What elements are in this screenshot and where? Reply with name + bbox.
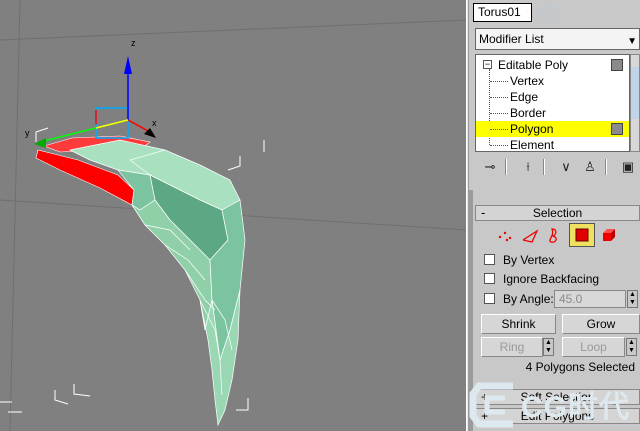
tree-branch bbox=[490, 97, 508, 98]
watermark-logo-icon bbox=[469, 382, 513, 428]
tree-branch bbox=[490, 81, 508, 82]
stack-item-label: Vertex bbox=[510, 74, 545, 88]
by-angle-value-field[interactable]: 45.0 bbox=[554, 290, 626, 308]
object-name-field[interactable]: Torus01 bbox=[473, 3, 532, 22]
by-angle-spinner[interactable]: ▲ ▼ bbox=[627, 290, 638, 308]
loop-spinner[interactable]: ▲ ▼ bbox=[626, 338, 637, 356]
border-icon[interactable] bbox=[543, 224, 565, 246]
tree-branch bbox=[490, 129, 508, 130]
chevron-down-icon: ▼ bbox=[627, 36, 637, 47]
toolbar-divider bbox=[505, 159, 507, 175]
stack-item-label: Polygon bbox=[510, 122, 554, 136]
by-angle-label: By Angle: bbox=[503, 292, 554, 306]
y-axis-label: y bbox=[25, 128, 30, 138]
ignore-backfacing-label: Ignore Backfacing bbox=[503, 272, 600, 286]
stack-item-label: Element bbox=[510, 138, 555, 152]
tree-branch bbox=[490, 145, 508, 146]
ignore-backfacing-checkbox[interactable] bbox=[484, 273, 495, 284]
configure-sets-icon[interactable]: ▣ bbox=[617, 156, 639, 178]
polygon-icon bbox=[575, 228, 589, 242]
modifier-toggle-icon[interactable] bbox=[611, 59, 623, 71]
by-vertex-checkbox[interactable] bbox=[484, 254, 495, 265]
site-logo bbox=[533, 2, 640, 26]
ring-button[interactable]: Ring bbox=[481, 337, 543, 357]
stack-item-edge[interactable]: Edge bbox=[476, 89, 629, 105]
toolbar-divider bbox=[543, 159, 545, 175]
x-axis-label: x bbox=[152, 118, 157, 128]
stack-scrollbar[interactable] bbox=[630, 54, 640, 152]
polygon-icon-active-frame[interactable] bbox=[569, 223, 595, 247]
by-angle-checkbox[interactable] bbox=[484, 293, 495, 304]
stack-item-border[interactable]: Border bbox=[476, 105, 629, 121]
modifier-list-dropdown[interactable]: Modifier List ▼ bbox=[475, 28, 640, 50]
edge-icon[interactable] bbox=[519, 224, 541, 246]
stack-toolbar: ⊸ ⟊ ∨ ♙ ▣ bbox=[475, 156, 640, 178]
pin-stack-icon[interactable]: ⊸ bbox=[479, 156, 501, 178]
collapse-icon[interactable]: − bbox=[483, 60, 492, 69]
stack-item-vertex[interactable]: Vertex bbox=[476, 73, 629, 89]
make-unique-icon[interactable]: ∨ bbox=[555, 156, 577, 178]
ring-spinner[interactable]: ▲ ▼ bbox=[543, 338, 554, 356]
modifier-list-label: Modifier List bbox=[479, 32, 544, 46]
perspective-viewport[interactable]: z x y bbox=[0, 0, 466, 431]
vertex-icon[interactable] bbox=[495, 224, 517, 246]
scrollbar-thumb[interactable] bbox=[631, 67, 639, 119]
z-axis-label: z bbox=[131, 38, 136, 48]
transform-gizmo[interactable]: z x y bbox=[25, 38, 157, 148]
stack-item-editable-poly[interactable]: − Editable Poly bbox=[476, 57, 629, 73]
remove-modifier-icon[interactable]: ♙ bbox=[579, 156, 601, 178]
stack-item-label: Border bbox=[510, 106, 547, 120]
selection-rollout-header[interactable]: - Selection bbox=[475, 205, 640, 221]
grow-button[interactable]: Grow bbox=[562, 314, 640, 334]
subobject-toggle-icon[interactable] bbox=[611, 123, 623, 135]
watermark-text: CG时代 bbox=[521, 391, 630, 424]
selection-status: 4 Polygons Selected bbox=[525, 360, 635, 374]
viewport-scene: z x y bbox=[0, 0, 466, 431]
element-icon[interactable] bbox=[598, 224, 620, 246]
stack-item-label: Edge bbox=[510, 90, 539, 104]
by-vertex-label: By Vertex bbox=[503, 253, 555, 267]
logo-icon bbox=[539, 4, 559, 24]
watermark: CG时代 bbox=[465, 376, 640, 431]
show-end-result-icon[interactable]: ⟊ bbox=[517, 156, 539, 178]
stack-item-element[interactable]: Element bbox=[476, 137, 629, 152]
modifier-stack: − Editable Poly Vertex Edge Border Polyg… bbox=[475, 54, 630, 152]
stack-item-polygon[interactable]: Polygon bbox=[476, 121, 629, 137]
loop-button[interactable]: Loop bbox=[562, 337, 625, 357]
toolbar-divider bbox=[605, 159, 607, 175]
tree-branch bbox=[490, 113, 508, 114]
stack-item-label: Editable Poly bbox=[498, 58, 569, 72]
shrink-button[interactable]: Shrink bbox=[481, 314, 556, 334]
rollout-title: Selection bbox=[532, 206, 583, 220]
